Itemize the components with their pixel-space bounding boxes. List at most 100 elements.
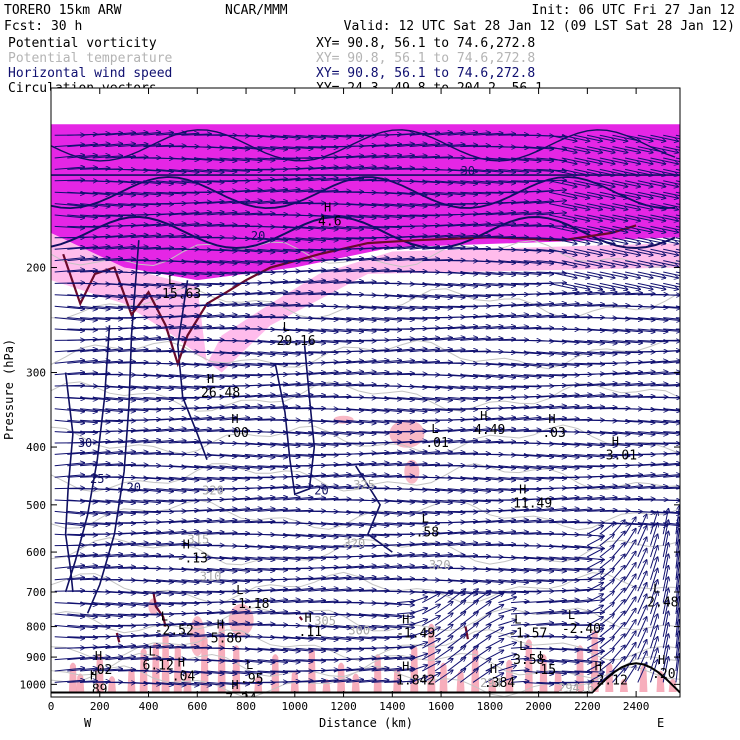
- extremum-value: -1.57: [508, 627, 547, 642]
- legend-field-name: Horizontal wind speed: [8, 66, 172, 81]
- theta-label: 325: [353, 478, 375, 492]
- y-tick-label: 400: [26, 441, 46, 454]
- wind-speed-label: 30: [78, 436, 92, 450]
- extremum-kind: L: [653, 581, 660, 595]
- extremum-value: .20: [652, 667, 675, 682]
- wind-speed-label: 20: [127, 481, 141, 495]
- extremum-value: 4.6: [318, 214, 341, 229]
- extremum-value: .04: [172, 669, 196, 684]
- extremum-kind: H: [480, 409, 487, 423]
- extremum-value: 2.48: [647, 595, 678, 610]
- extremum-kind: L: [568, 608, 575, 622]
- extremum-value: .58: [416, 525, 439, 540]
- y-axis-label: Pressure (hPa): [2, 339, 16, 440]
- y-tick-label: 900: [26, 651, 46, 664]
- extremum-kind: H: [402, 659, 409, 673]
- extremum-value: .89: [84, 682, 107, 697]
- extremum-kind: H: [324, 200, 331, 214]
- pv-patch: [389, 419, 425, 448]
- extremum-kind: H: [231, 678, 238, 692]
- extremum-kind: L: [161, 610, 168, 624]
- extremum-kind: H: [178, 655, 185, 669]
- extremum-kind: L: [246, 658, 253, 672]
- extremum-value: 15.63: [162, 287, 201, 302]
- extremum-value: 3.01: [606, 449, 637, 464]
- x-tick-label: 800: [236, 700, 256, 713]
- model-title: TORERO 15km ARW: [4, 3, 122, 18]
- extremum-value: .95: [240, 672, 263, 687]
- extremum-value: -.13: [177, 552, 208, 567]
- x-tick-label: 200: [90, 700, 110, 713]
- wind-speed-label: 20: [251, 229, 265, 243]
- theta-label: 320: [344, 537, 366, 551]
- extremum-value: 6.12: [143, 659, 174, 674]
- x-tick-label: 1000: [282, 700, 309, 713]
- x-tick-label: 1400: [379, 700, 406, 713]
- x-tick-label: 600: [187, 700, 207, 713]
- forecast-hour: Fcst: 30 h: [4, 19, 82, 34]
- extremum-kind: L: [519, 639, 526, 653]
- extremum-kind: L: [149, 645, 156, 659]
- extremum-kind: H: [305, 611, 312, 625]
- valid-time: Valid: 12 UTC Sat 28 Jan 12 (09 LST Sat …: [344, 19, 735, 34]
- legend-field-xy: XY= 90.8, 56.1 to 74.6,272.8: [316, 51, 535, 66]
- legend-field-name: Potential temperature: [8, 51, 173, 66]
- extremum-value: .384: [484, 676, 515, 691]
- extremum-value: 26.48: [201, 386, 240, 401]
- extremum-kind: L: [431, 422, 438, 436]
- field-legend: Potential vorticity XY= 90.8, 56.1 to 74.…: [8, 36, 543, 96]
- extremum-kind: H: [612, 435, 619, 449]
- x-tick-label: 400: [139, 700, 159, 713]
- x-tick-label: 1200: [330, 700, 357, 713]
- extremum-kind: L: [514, 613, 521, 627]
- pv-low-column: [337, 662, 346, 693]
- cross-section-figure: TORERO 15km ARW NCAR/MMM Init: 06 UTC Fr…: [2, 3, 735, 730]
- legend-field-xy: XY= 90.8, 56.1 to 74.6,272.8: [316, 66, 535, 81]
- org-label: NCAR/MMM: [225, 3, 288, 18]
- extremum-kind: H: [95, 649, 102, 663]
- extremum-value: 1.842: [396, 673, 435, 688]
- extremum-value: .01: [425, 436, 448, 451]
- pv-low-column: [68, 662, 77, 693]
- x-axis-label: Distance (km): [319, 716, 413, 730]
- pv-low-column: [351, 673, 360, 693]
- extremum-value: 29.16: [277, 334, 316, 349]
- legend-field-name: Potential vorticity: [8, 36, 157, 51]
- extremum-value: 11.49: [513, 496, 552, 511]
- theta-label: 320: [429, 558, 451, 572]
- east-label: E: [657, 716, 664, 730]
- extremum-kind: H: [490, 662, 497, 676]
- extremum-kind: H: [90, 668, 97, 682]
- pv-low-column: [127, 668, 136, 693]
- extremum-value: -2.40: [562, 622, 601, 637]
- extremum-kind: H: [548, 412, 555, 426]
- legend-field-xy: XY= 90.8, 56.1 to 74.6,272.8: [316, 36, 535, 51]
- theta-label: 315: [188, 532, 210, 546]
- extremum-value: -1.18: [230, 597, 269, 612]
- extremum-value: -2.12: [589, 673, 628, 688]
- extremum-kind: H: [207, 372, 214, 386]
- wind-speed-label: 30: [461, 164, 475, 178]
- wind-speed-label: 20: [314, 483, 328, 497]
- y-tick-label: 500: [26, 499, 46, 512]
- x-tick-label: 2200: [574, 700, 601, 713]
- extremum-kind: L: [168, 273, 175, 287]
- extremum-kind: H: [217, 617, 224, 631]
- extremum-kind: L: [236, 583, 243, 597]
- y-tick-label: 300: [26, 367, 46, 380]
- x-tick-label: 1600: [428, 700, 455, 713]
- x-tick-label: 1800: [477, 700, 504, 713]
- y-tick-label: 1000: [20, 678, 47, 691]
- extremum-kind: L: [283, 320, 290, 334]
- extremum-value: -1.49: [396, 627, 435, 642]
- y-tick-label: 700: [26, 586, 46, 599]
- theta-label: 320: [202, 483, 224, 497]
- west-label: W: [84, 716, 92, 730]
- extremum-value: .03: [542, 426, 565, 441]
- extremum-value: -2.52: [155, 624, 194, 639]
- x-tick-label: 2400: [623, 700, 650, 713]
- extremum-value: 5.86: [211, 631, 242, 646]
- extremum-value: .15: [533, 663, 556, 678]
- extremum-kind: H: [595, 659, 602, 673]
- extremum-value: .00: [225, 426, 248, 441]
